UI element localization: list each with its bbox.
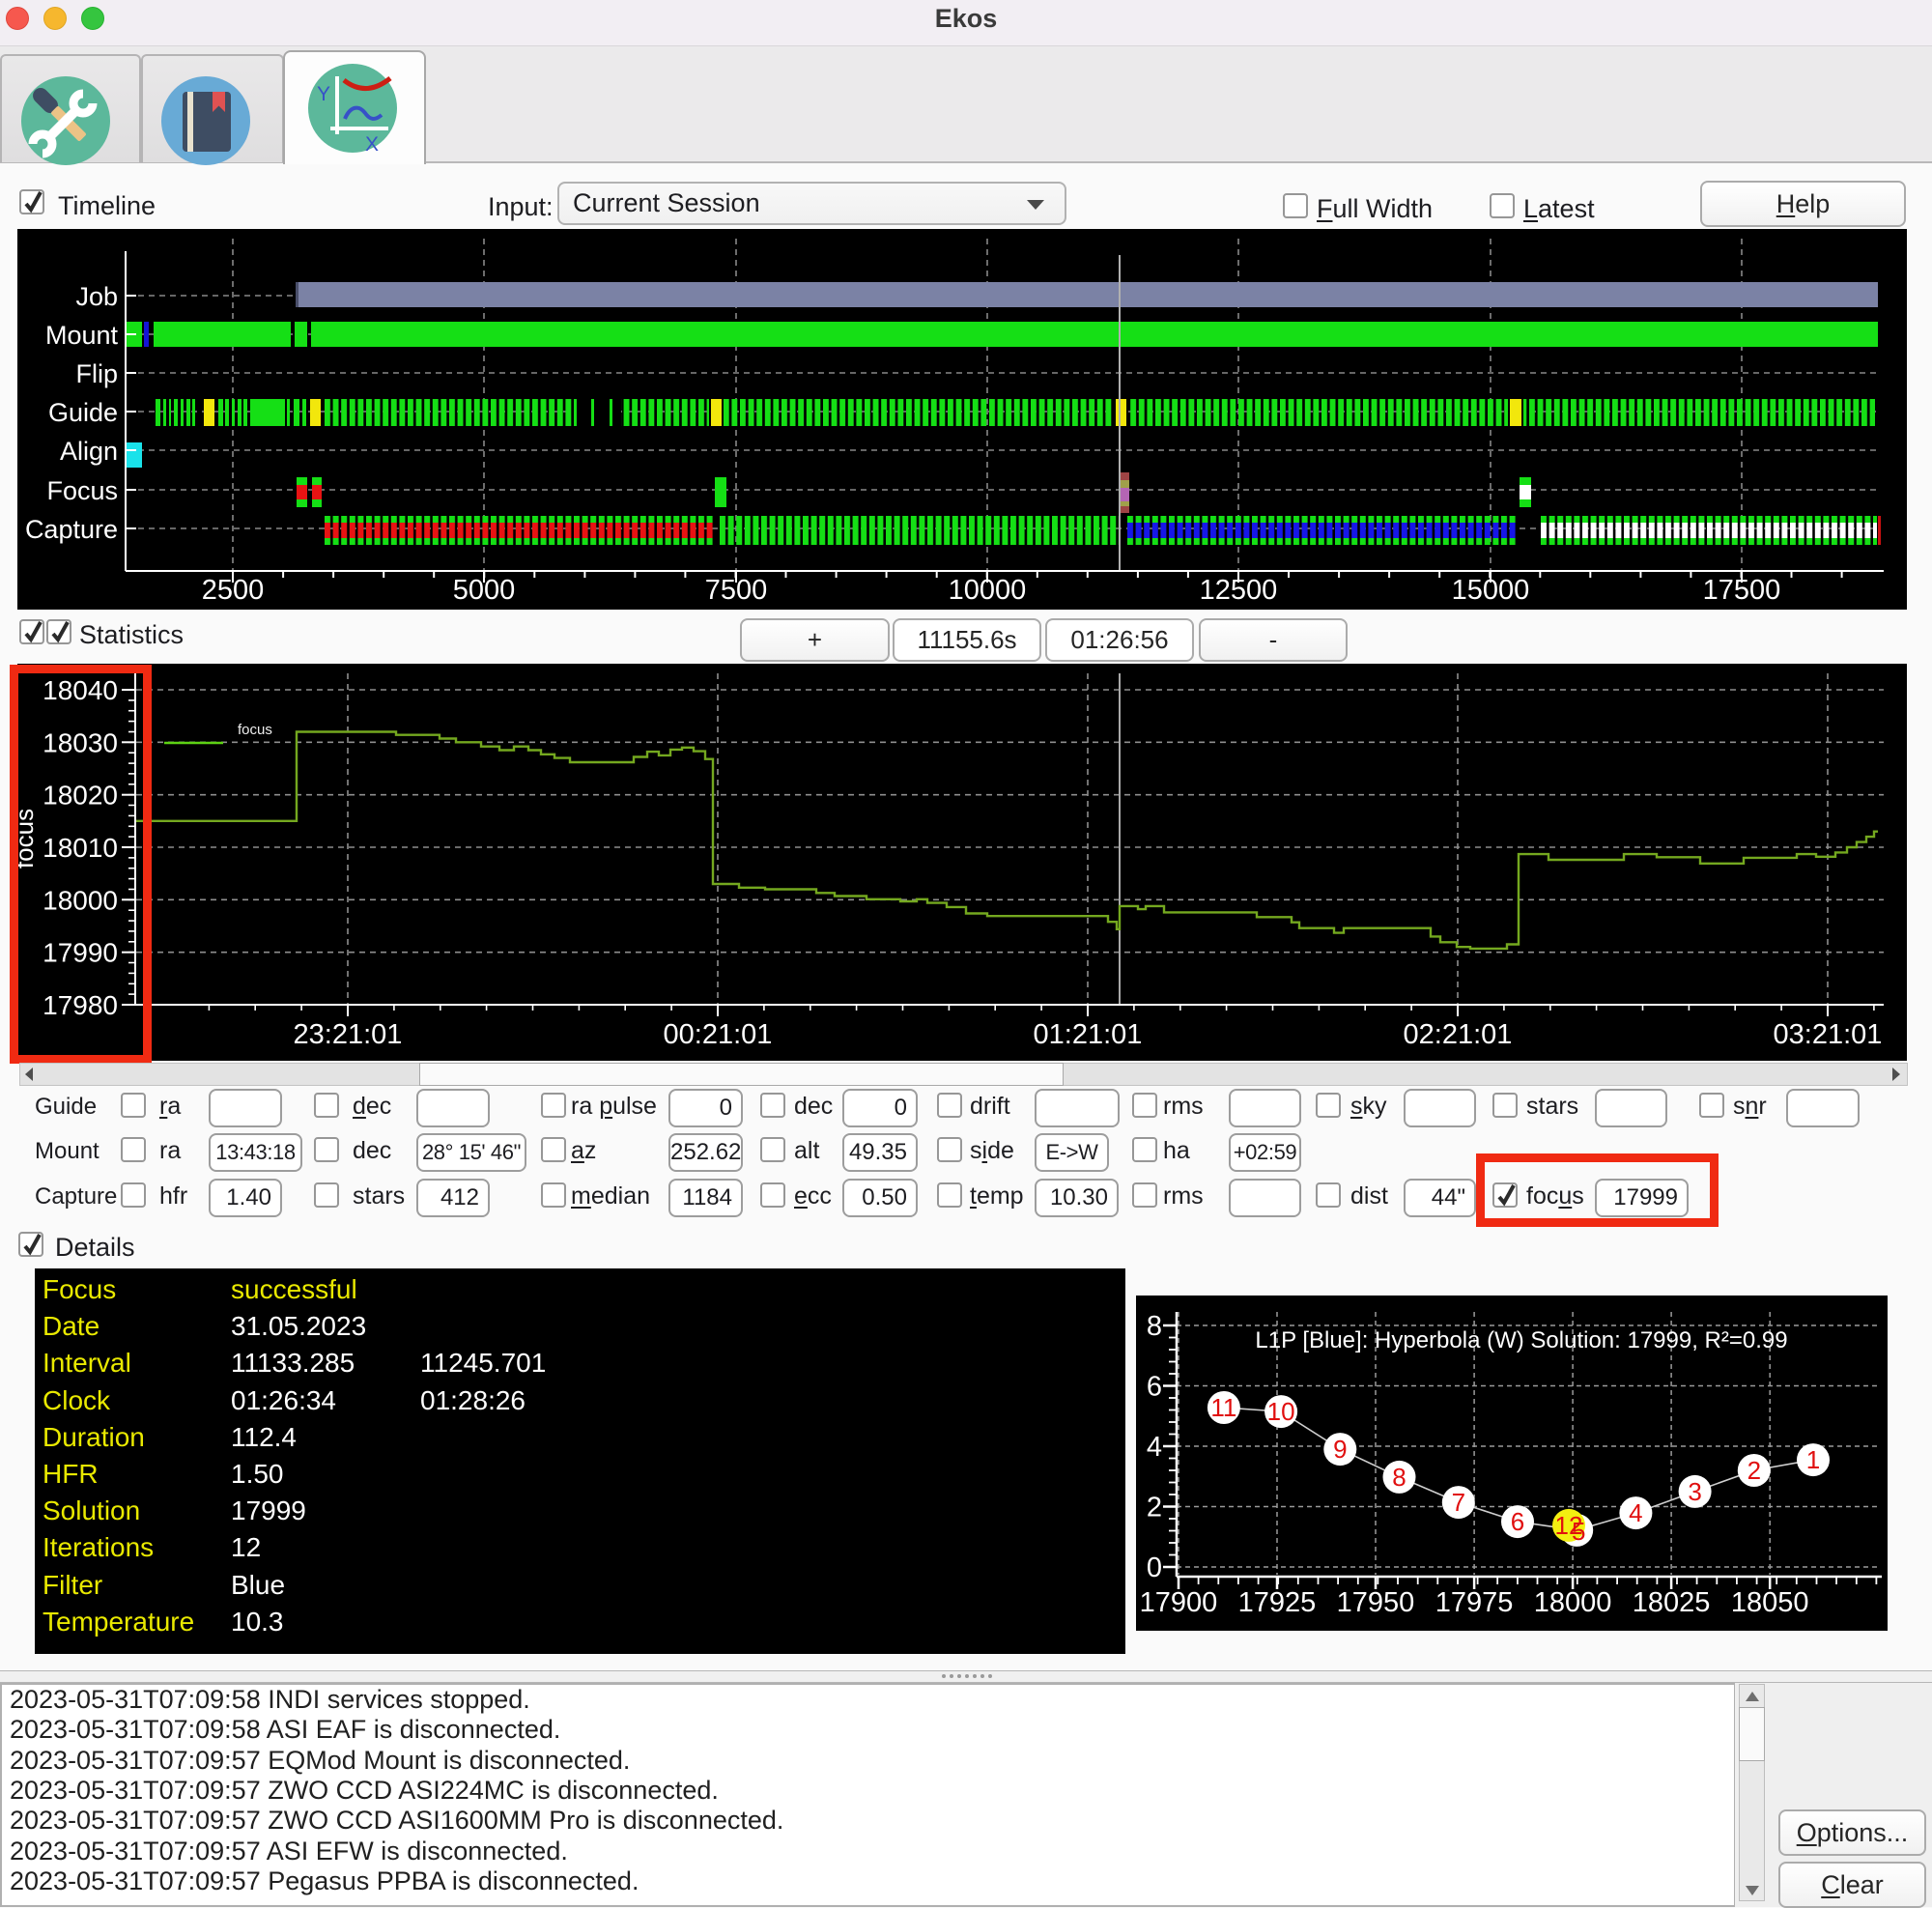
svg-text:18025: 18025 [1633,1587,1711,1618]
svg-text:17500: 17500 [1703,575,1781,606]
svg-text:12: 12 [1555,1511,1583,1540]
svg-text:2: 2 [1147,1493,1162,1524]
svg-text:01:21:01: 01:21:01 [1034,1019,1143,1050]
svg-text:17900: 17900 [1140,1587,1218,1618]
svg-text:L1P [Blue]: Hyperbola (W) Solu: L1P [Blue]: Hyperbola (W) Solution: 1799… [1255,1327,1787,1353]
svg-text:2: 2 [1747,1456,1761,1485]
svg-text:Y: Y [317,83,330,105]
svg-text:6: 6 [1147,1372,1162,1403]
svg-text:11: 11 [1210,1393,1236,1422]
svg-text:23:21:01: 23:21:01 [294,1019,403,1050]
svg-text:Flip: Flip [75,359,118,388]
svg-text:0: 0 [1147,1552,1162,1583]
svg-text:Guide: Guide [48,398,118,427]
svg-text:17925: 17925 [1238,1587,1317,1618]
svg-text:4: 4 [1147,1432,1162,1463]
svg-text:02:21:01: 02:21:01 [1404,1019,1513,1050]
svg-text:10: 10 [1267,1397,1295,1426]
svg-text:Capture: Capture [25,515,118,544]
svg-text:Focus: Focus [46,476,118,505]
svg-text:15000: 15000 [1452,575,1530,606]
svg-text:7: 7 [1452,1488,1465,1517]
svg-text:17950: 17950 [1337,1587,1415,1618]
svg-text:00:21:01: 00:21:01 [664,1019,773,1050]
svg-text:2500: 2500 [202,575,265,606]
svg-text:Align: Align [60,437,118,466]
svg-text:8: 8 [1392,1463,1406,1492]
svg-text:9: 9 [1333,1435,1347,1464]
svg-text:7500: 7500 [705,575,768,606]
svg-text:5000: 5000 [453,575,516,606]
svg-text:8: 8 [1147,1311,1162,1342]
svg-text:17975: 17975 [1435,1587,1514,1618]
svg-text:12500: 12500 [1200,575,1278,606]
svg-text:18000: 18000 [1534,1587,1612,1618]
svg-text:10000: 10000 [949,575,1027,606]
svg-text:4: 4 [1629,1498,1642,1527]
svg-text:Job: Job [75,282,118,311]
svg-text:Mount: Mount [45,321,119,350]
svg-text:1: 1 [1806,1445,1820,1474]
svg-text:focus: focus [238,722,272,738]
svg-text:6: 6 [1511,1507,1524,1536]
svg-text:18050: 18050 [1731,1587,1809,1618]
svg-text:03:21:01: 03:21:01 [1774,1019,1883,1050]
svg-text:X: X [365,133,379,153]
svg-text:3: 3 [1688,1477,1701,1506]
